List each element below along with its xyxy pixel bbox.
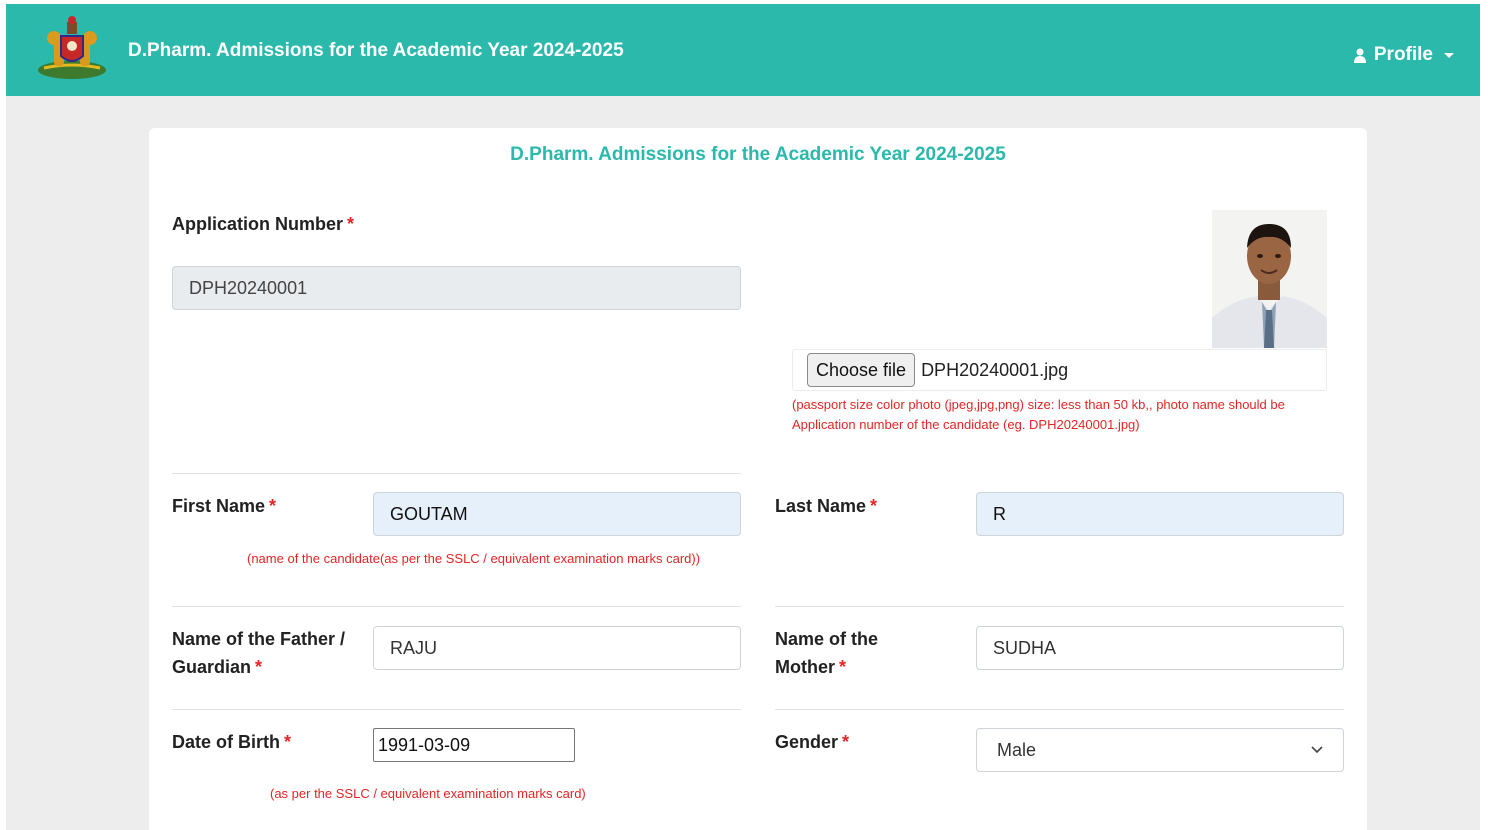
profile-label: Profile — [1373, 44, 1433, 65]
selected-file-name: DPH20240001.jpg — [921, 359, 1069, 380]
candidate-photo — [1212, 210, 1327, 348]
required-asterisk: * — [284, 732, 292, 752]
first-name-label: First Name * — [172, 496, 277, 516]
required-asterisk: * — [269, 496, 277, 516]
required-asterisk: * — [839, 657, 847, 677]
section-divider — [172, 473, 741, 474]
father-name-input[interactable]: RAJU — [373, 626, 741, 670]
mother-name-input[interactable]: SUDHA — [976, 626, 1344, 670]
top-navbar: D.Pharm. Admissions for the Academic Yea… — [6, 4, 1480, 96]
section-divider — [172, 606, 741, 607]
photo-upload-hint: (passport size color photo (jpeg,jpg,png… — [792, 397, 1285, 432]
chevron-down-icon — [1444, 53, 1454, 58]
required-asterisk: * — [255, 657, 263, 677]
user-icon — [1353, 48, 1366, 63]
choose-file-button[interactable]: Choose file — [807, 353, 916, 387]
state-emblem-logo — [38, 16, 106, 79]
father-name-label: Name of the Father / Guardian * — [172, 629, 346, 677]
form-heading: D.Pharm. Admissions for the Academic Yea… — [510, 144, 1006, 165]
admission-form-card: D.Pharm. Admissions for the Academic Yea… — [149, 128, 1367, 830]
photo-upload-field: Choose file DPH20240001.jpg — [792, 349, 1327, 391]
required-asterisk: * — [347, 214, 355, 234]
application-number-field[interactable]: DPH20240001 — [172, 266, 741, 310]
navbar-title: D.Pharm. Admissions for the Academic Yea… — [128, 40, 624, 61]
dob-hint: (as per the SSLC / equivalent examinatio… — [270, 786, 586, 801]
last-name-input[interactable]: R — [976, 492, 1344, 536]
mother-name-label: Name of the Mother * — [775, 629, 879, 677]
section-divider — [775, 709, 1344, 710]
section-divider — [172, 709, 741, 710]
profile-menu[interactable]: Profile — [1353, 44, 1454, 66]
gender-select[interactable]: Male — [976, 728, 1344, 772]
chevron-down-icon — [1311, 746, 1323, 754]
first-name-hint: (name of the candidate(as per the SSLC /… — [247, 551, 701, 566]
required-asterisk: * — [842, 732, 850, 752]
gender-label: Gender * — [775, 732, 850, 752]
candidate-photo-image — [1212, 210, 1327, 348]
application-number-label: Application Number * — [172, 214, 355, 234]
required-asterisk: * — [870, 496, 878, 516]
section-divider — [775, 606, 1344, 607]
dob-input[interactable]: 1991-03-09 — [373, 728, 575, 762]
gender-selected-value: Male — [997, 739, 1037, 760]
first-name-input[interactable]: GOUTAM — [373, 492, 741, 536]
last-name-label: Last Name * — [775, 496, 878, 516]
dob-label: Date of Birth * — [172, 732, 292, 752]
